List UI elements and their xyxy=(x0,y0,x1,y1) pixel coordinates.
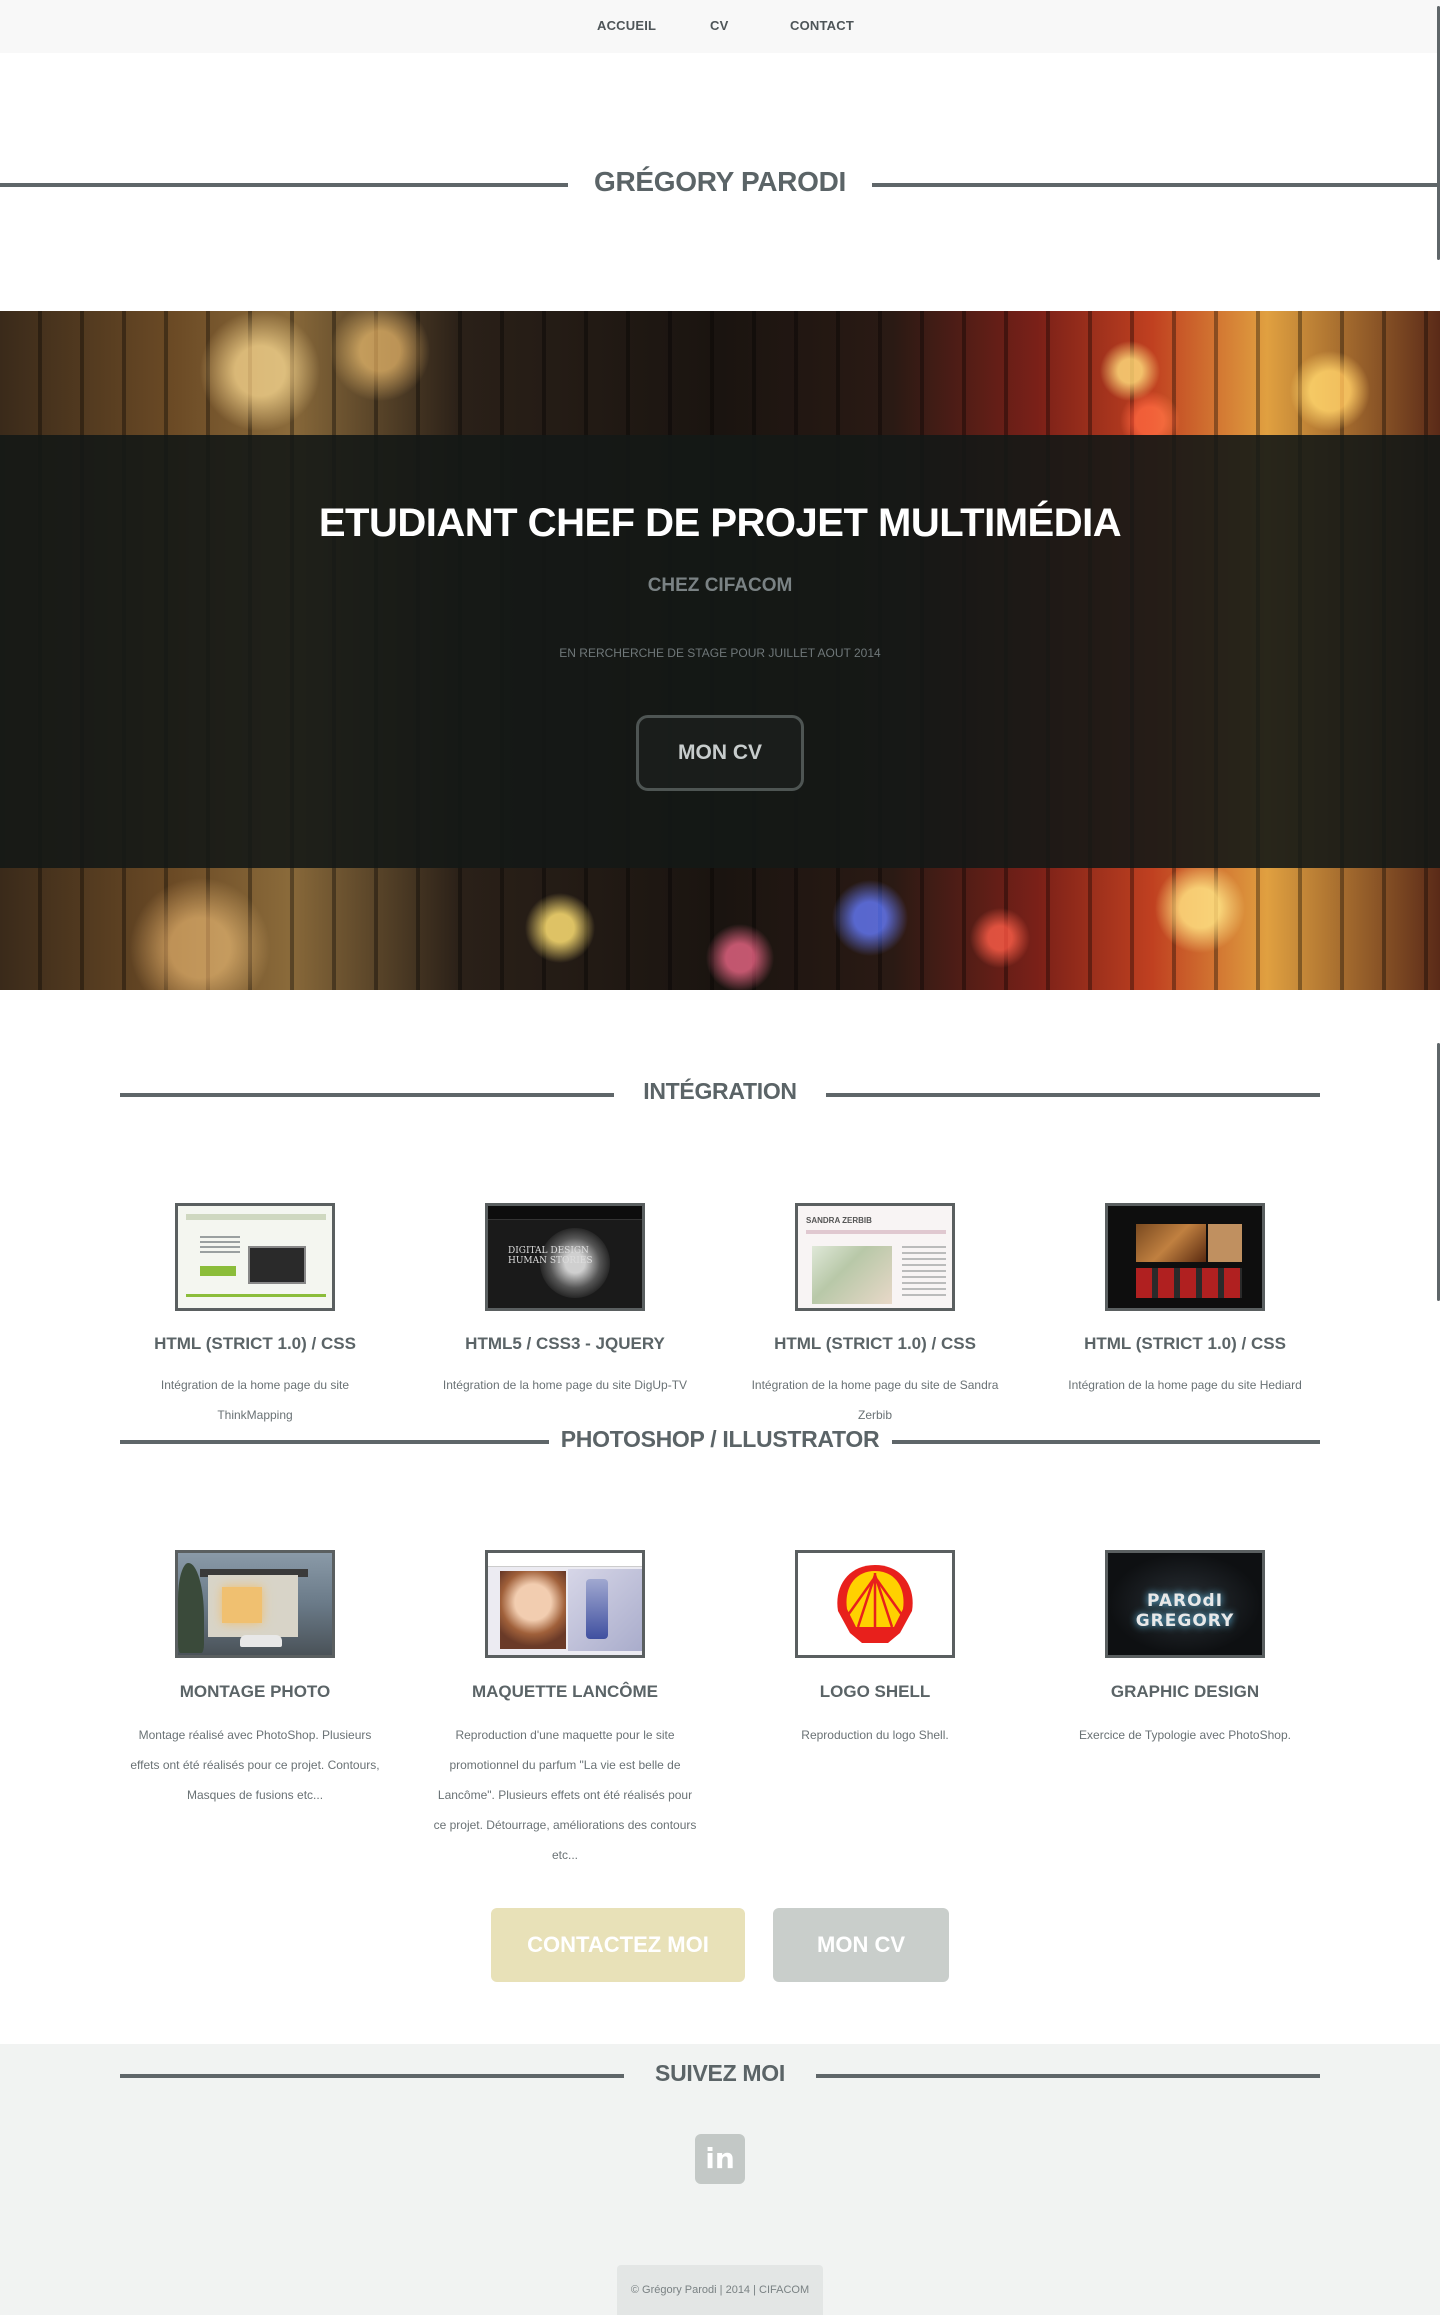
hero-subtitle: CHEZ CIFACOM xyxy=(647,575,793,596)
top-nav: ACCUEIL CV CONTACT xyxy=(0,0,1440,53)
thumbnail-digup-tv[interactable]: DIGITAL DESIGN HUMAN STORIES xyxy=(485,1203,645,1311)
digup-thumb-text: DIGITAL DESIGN HUMAN STORIES xyxy=(508,1246,593,1266)
hero-banner: ETUDIANT CHEF DE PROJET MULTIMÉDIA CHEZ … xyxy=(0,311,1440,990)
site-title: GRÉGORY PARODI xyxy=(594,166,846,197)
hero-cv-button[interactable]: MON CV xyxy=(636,715,804,791)
photoshop-item-desc-3: Reproduction du logo Shell. xyxy=(801,1728,949,1742)
integration-heading: INTÉGRATION xyxy=(643,1078,797,1104)
cv-button[interactable]: MON CV xyxy=(773,1908,949,1982)
photoshop-item-title-2: MAQUETTE LANCÔME xyxy=(471,1682,659,1701)
integration-item-title-3: HTML (STRICT 1.0) / CSS xyxy=(774,1334,976,1353)
integration-item-title-4: HTML (STRICT 1.0) / CSS xyxy=(1084,1334,1286,1353)
hero-overlay: ETUDIANT CHEF DE PROJET MULTIMÉDIA CHEZ … xyxy=(0,435,1440,868)
linkedin-icon[interactable]: in xyxy=(695,2134,745,2184)
hero-note: EN RERCHERCHE DE STAGE POUR JUILLET AOUT… xyxy=(559,646,881,660)
integration-item-desc-1: Intégration de la home page du site Thin… xyxy=(160,1378,350,1422)
photoshop-item-desc-1: Montage réalisé avec PhotoShop. Plusieur… xyxy=(130,1728,380,1802)
thumbnail-graphic-design[interactable]: PAROdI GREGORY xyxy=(1105,1550,1265,1658)
photoshop-item-title-3: LOGO SHELL xyxy=(819,1682,931,1701)
thumbnail-logo-shell[interactable] xyxy=(795,1550,955,1658)
nav-link-cv[interactable]: CV xyxy=(710,18,728,33)
thumbnail-lancome[interactable] xyxy=(485,1550,645,1658)
hero-city-image-bottom xyxy=(0,868,1440,990)
photoshop-heading: PHOTOSHOP / ILLUSTRATOR xyxy=(560,1426,880,1452)
integration-item-title-2: HTML5 / CSS3 - JQUERY xyxy=(465,1334,665,1353)
thumbnail-montage-photo[interactable] xyxy=(175,1550,335,1658)
nav-link-contact[interactable]: CONTACT xyxy=(790,18,854,33)
photoshop-item-desc-2: Reproduction d'une maquette pour le site… xyxy=(433,1728,697,1862)
contact-button[interactable]: CONTACTEZ MOI xyxy=(491,1908,745,1982)
thumbnail-hediard[interactable] xyxy=(1105,1203,1265,1311)
integration-item-title-1: HTML (STRICT 1.0) / CSS xyxy=(154,1334,356,1353)
integration-item-desc-4: Intégration de la home page du site Hedi… xyxy=(1068,1378,1302,1392)
thumbnail-thinkmapping[interactable] xyxy=(175,1203,335,1311)
follow-heading: SUIVEZ MOI xyxy=(655,2060,785,2086)
photoshop-item-desc-4: Exercice de Typologie avec PhotoShop. xyxy=(1079,1728,1291,1742)
hero-title: ETUDIANT CHEF DE PROJET MULTIMÉDIA xyxy=(318,501,1122,545)
photoshop-item-title-1: MONTAGE PHOTO xyxy=(179,1682,331,1701)
thumbnail-sandra-zerbib[interactable]: SANDRA ZERBIB xyxy=(795,1203,955,1311)
copyright-text: © Grégory Parodi | 2014 | CIFACOM xyxy=(617,2265,823,2315)
integration-item-desc-2: Intégration de la home page du site DigU… xyxy=(442,1378,688,1392)
photoshop-item-title-4: GRAPHIC DESIGN xyxy=(1110,1682,1260,1701)
graphic-thumb-text: PAROdI GREGORY xyxy=(1135,1591,1235,1631)
hero-city-image-top xyxy=(0,311,1440,435)
integration-item-desc-3: Intégration de la home page du site de S… xyxy=(751,1378,999,1422)
nav-link-accueil[interactable]: ACCUEIL xyxy=(597,18,656,33)
shell-logo-icon xyxy=(837,1565,913,1643)
